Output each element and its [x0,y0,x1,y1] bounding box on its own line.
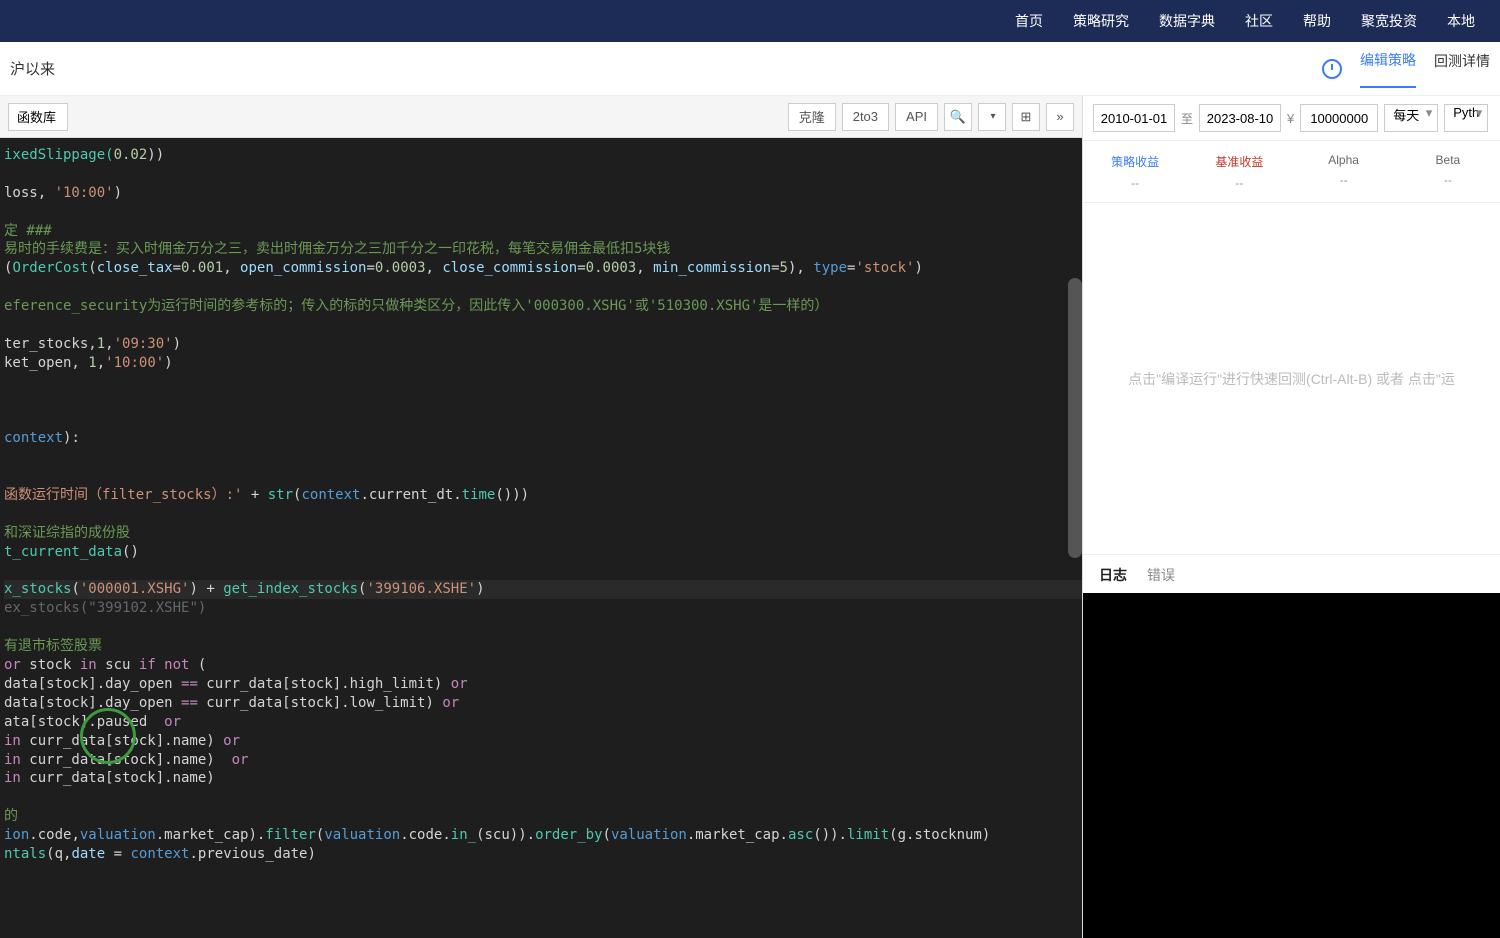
tab-edit-strategy[interactable]: 编辑策略 [1360,50,1416,88]
settings-button[interactable]: ▾ [978,103,1006,131]
nav-dict[interactable]: 数据字典 [1144,11,1230,31]
log-tabs: 日志 错误 [1083,554,1500,593]
editor-toolbar: 克隆 2to3 API 🔍 ▾ ⊞ » [0,96,1082,138]
expand-icon: » [1056,109,1063,124]
nav-research[interactable]: 策略研究 [1058,11,1144,31]
clone-button[interactable]: 克隆 [788,103,836,131]
api-button[interactable]: API [895,103,938,131]
metric-benchmark-return: 基准收益-- [1187,153,1291,190]
date-to-input[interactable] [1199,104,1281,132]
metric-alpha: Alpha-- [1292,153,1396,190]
strategy-title: 沪以来 [10,58,55,79]
2to3-button[interactable]: 2to3 [842,103,889,131]
search-icon: 🔍 [950,109,966,125]
expand-button[interactable]: » [1046,103,1074,131]
log-output[interactable] [1083,593,1500,938]
date-sep: 至 [1181,110,1193,127]
function-library-input[interactable] [8,103,68,131]
frequency-select[interactable]: 每天 [1384,104,1438,132]
chart-placeholder: 点击"编译运行"进行快速回测(Ctrl-Alt-B) 或者 点击"运 [1083,203,1500,554]
date-from-input[interactable] [1093,104,1175,132]
clock-icon[interactable] [1322,59,1342,79]
nav-local[interactable]: 本地 [1432,11,1490,31]
metric-beta: Beta-- [1396,153,1500,190]
tab-error[interactable]: 错误 [1147,565,1175,593]
nav-invest[interactable]: 聚宽投资 [1346,11,1432,31]
tab-log[interactable]: 日志 [1099,565,1127,593]
capital-input[interactable] [1300,104,1378,132]
chevron-down-icon: ▾ [990,111,995,122]
side-panel: 至 ¥ 每天 Pyth 策略收益-- 基准收益-- Alpha-- Beta--… [1082,96,1500,938]
metric-strategy-return: 策略收益-- [1083,153,1187,190]
currency-label: ¥ [1287,111,1294,126]
nav-help[interactable]: 帮助 [1288,11,1346,31]
backtest-params: 至 ¥ 每天 Pyth [1083,96,1500,141]
editor-panel: 克隆 2to3 API 🔍 ▾ ⊞ » ixedSlippage(0.02)) … [0,96,1082,938]
language-select[interactable]: Pyth [1444,104,1488,132]
grid-button[interactable]: ⊞ [1012,103,1040,131]
search-button[interactable]: 🔍 [944,103,972,131]
code-editor[interactable]: ixedSlippage(0.02)) loss, '10:00') 定 ###… [0,138,1082,938]
nav-home[interactable]: 首页 [1000,11,1058,31]
nav-community[interactable]: 社区 [1230,11,1288,31]
grid-icon: ⊞ [1021,109,1032,125]
editor-scrollbar[interactable] [1068,278,1082,558]
tab-backtest-detail[interactable]: 回测详情 [1434,51,1490,87]
metrics-row: 策略收益-- 基准收益-- Alpha-- Beta-- [1083,141,1500,203]
title-bar: 沪以来 编辑策略 回测详情 [0,42,1500,96]
top-navbar: 首页 策略研究 数据字典 社区 帮助 聚宽投资 本地 [0,0,1500,42]
